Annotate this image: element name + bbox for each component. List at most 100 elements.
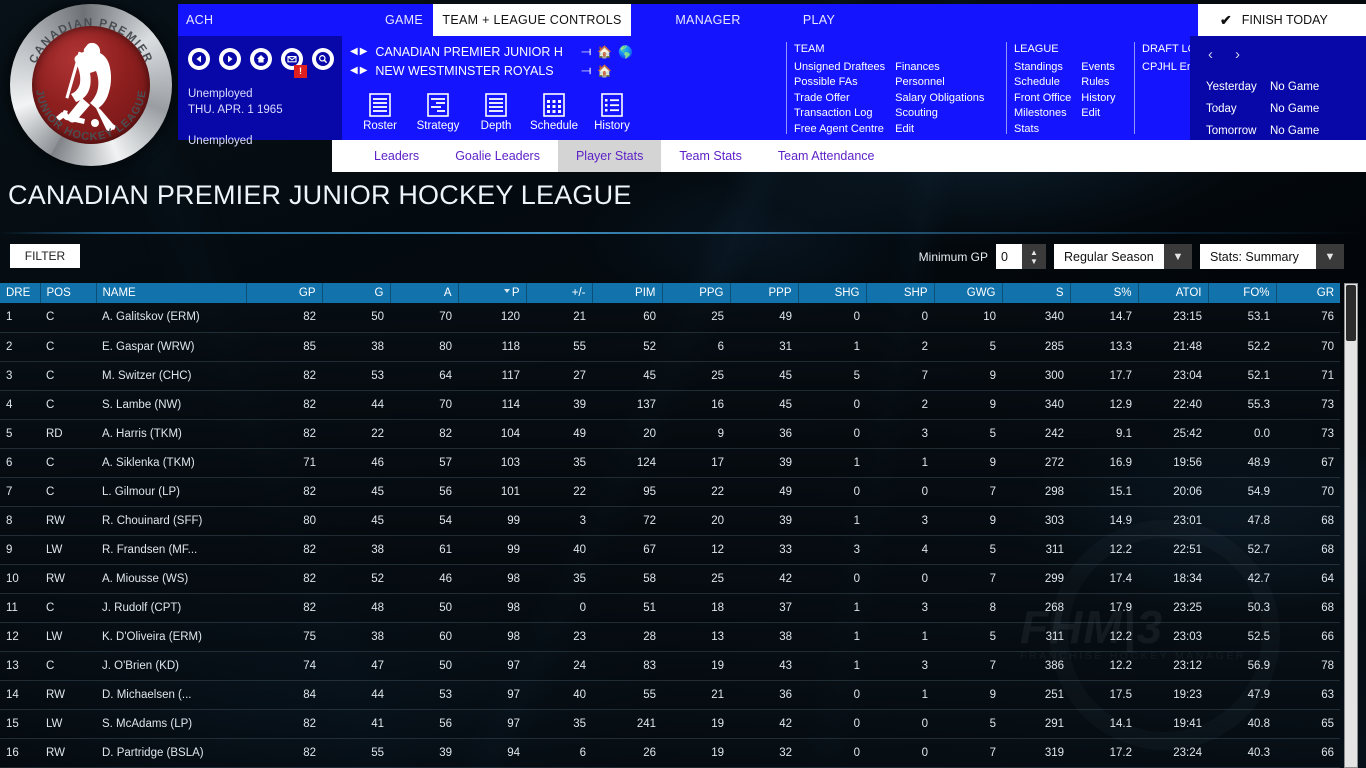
col-header-ppp[interactable]: PPP [730,283,799,303]
col-header-plusminus[interactable]: +/- [526,283,593,303]
col-header-shg[interactable]: SHG [798,283,867,303]
link-league-edit[interactable]: Edit [1081,106,1115,122]
tab-team-stats[interactable]: Team Stats [661,140,760,172]
league-prev-next-icon[interactable]: ◀▶ [350,46,369,57]
team-selector-row[interactable]: ◀▶ NEW WESTMINSTER ROYALS ⟞ 🏠 [350,63,612,78]
team-prev-next-icon[interactable]: ◀▶ [350,65,369,76]
col-header-s[interactable]: S [1002,283,1071,303]
table-row[interactable]: 13 C J. O'Brien (KD) 74 47 50 97 24 83 19 43 1 3 7 386… [0,651,1340,681]
link-personnel[interactable]: Personnel [895,75,984,91]
link-possible-fas[interactable]: Possible FAs [794,75,885,91]
scrollbar-thumb[interactable] [1346,285,1356,341]
menu-item-ach[interactable]: ACH [186,4,213,36]
link-finances[interactable]: Finances [895,60,984,76]
table-row[interactable]: 8 RW R. Chouinard (SFF) 80 45 54 99 3 72 20 39 1 3 9 3… [0,506,1340,536]
table-row[interactable]: 3 C M. Switzer (CHC) 82 53 64 117 27 45 25 45 5 7 9 30… [0,361,1340,391]
col-header-spct[interactable]: S% [1070,283,1139,303]
chevron-double-down-icon[interactable]: ⟞ [581,63,591,78]
menu-item-play[interactable]: PLAY [788,4,850,36]
league-selector-row[interactable]: ◀▶ CANADIAN PREMIER JUNIOR H ⟞ 🏠 🌎 [350,44,633,59]
link-team-edit[interactable]: Edit [895,122,984,138]
chevron-double-down-icon[interactable]: ⟞ [581,44,591,59]
globe-icon[interactable]: 🌎 [618,45,633,59]
col-header-atoi[interactable]: ATOI [1138,283,1209,303]
minimum-gp-stepper-buttons[interactable]: ▲ ▼ [1022,244,1046,269]
table-row[interactable]: 7 C L. Gilmour (LP) 82 45 56 101 22 95 22 49 0 0 7 298… [0,477,1340,507]
table-row[interactable]: 6 C A. Siklenka (TKM) 71 46 57 103 35 124 17 39 1 1 9… [0,448,1340,478]
col-header-g[interactable]: G [322,283,391,303]
table-row[interactable]: 10 RW A. Miousse (WS) 82 52 46 98 35 58 25 42 0 0 7 29… [0,564,1340,594]
link-league-schedule[interactable]: Schedule [1014,75,1071,91]
forward-icon[interactable] [219,48,241,70]
col-header-gwg[interactable]: GWG [934,283,1003,303]
table-row[interactable]: 1 C A. Galitskov (ERM) 82 50 70 120 21 60 25 49 0 0 1… [0,303,1340,333]
link-events[interactable]: Events [1081,60,1115,76]
table-row[interactable]: 11 C J. Rudolf (CPT) 82 48 50 98 0 51 18 37 1 3 8 268 1… [0,593,1340,623]
tab-team-attendance[interactable]: Team Attendance [760,140,893,172]
link-unsigned-draftees[interactable]: Unsigned Draftees [794,60,885,76]
chevron-down-icon[interactable]: ▼ [1316,244,1344,269]
col-header-name[interactable]: NAME [96,283,247,303]
col-header-pos[interactable]: POS [40,283,97,303]
tab-leaders[interactable]: Leaders [356,140,437,172]
link-trade-offer[interactable]: Trade Offer [794,91,885,107]
link-free-agent-centre[interactable]: Free Agent Centre [794,122,885,138]
link-standings[interactable]: Standings [1014,60,1071,76]
table-vertical-scrollbar[interactable] [1344,283,1358,768]
col-header-gr[interactable]: GR [1276,283,1340,303]
stepper-up-icon[interactable]: ▲ [1030,248,1038,257]
table-row[interactable]: 14 RW D. Michaelsen (... 84 44 53 97 40 55 21 36 0 1… [0,680,1340,710]
tab-player-stats[interactable]: Player Stats [557,140,662,172]
col-header-gp[interactable]: GP [246,283,323,303]
chevron-right-icon[interactable]: › [1235,46,1240,63]
search-icon[interactable] [312,48,334,70]
menu-item-team-league-controls[interactable]: TEAM + LEAGUE CONTROLS [433,4,631,36]
module-depth[interactable]: Depth [468,90,524,132]
minimum-gp-stepper[interactable]: 0 ▲ ▼ [996,244,1046,269]
module-history[interactable]: History [584,90,640,132]
back-icon[interactable] [188,48,210,70]
link-milestones[interactable]: Milestones [1014,106,1071,122]
chevron-left-icon[interactable]: ‹ [1208,46,1213,63]
link-front-office[interactable]: Front Office [1014,91,1071,107]
col-header-dre[interactable]: DRE [0,283,41,303]
module-roster[interactable]: Roster [352,90,408,132]
mail-icon[interactable]: ! [281,48,307,78]
table-row[interactable]: 9 LW R. Frandsen (MF... 82 38 61 99 40 67 12 33 3 4 5… [0,535,1340,565]
finish-today-button[interactable]: ✔ FINISH TODAY [1198,4,1366,36]
col-header-ppg[interactable]: PPG [662,283,731,303]
col-header-a[interactable]: A [390,283,459,303]
mail-badge: ! [294,65,307,78]
table-row[interactable]: 4 C S. Lambe (NW) 82 44 70 114 39 137 16 45 0 2 9 340 1… [0,390,1340,420]
home-icon[interactable]: 🏠 [597,64,612,78]
link-league-history[interactable]: History [1081,91,1115,107]
link-rules[interactable]: Rules [1081,75,1115,91]
cell-atoi: 23:25 [1138,593,1208,623]
chevron-down-icon[interactable]: ▼ [1164,244,1192,269]
menu-item-manager[interactable]: MANAGER [658,4,758,36]
col-header-pim[interactable]: PIM [592,283,663,303]
table-row[interactable]: 15 LW S. McAdams (LP) 82 41 56 97 35 241 19 42 0 0 5 2… [0,709,1340,739]
module-strategy[interactable]: Strategy [410,90,466,132]
home-icon[interactable]: 🏠 [597,45,612,59]
col-header-fopct[interactable]: FO% [1208,283,1277,303]
table-row[interactable]: 12 LW K. D'Oliveira (ERM) 75 38 60 98 23 28 13 38 1… [0,622,1340,652]
stepper-down-icon[interactable]: ▼ [1030,257,1038,266]
tab-goalie-leaders[interactable]: Goalie Leaders [437,140,558,172]
link-salary-obligations[interactable]: Salary Obligations [895,91,984,107]
table-row[interactable]: 2 C E. Gaspar (WRW) 85 38 80 118 55 52 6 31 1 2 5 285 1… [0,332,1340,362]
link-scouting[interactable]: Scouting [895,106,984,122]
filter-button[interactable]: FILTER [10,244,80,268]
col-header-shp[interactable]: SHP [866,283,935,303]
table-row[interactable]: 16 RW D. Partridge (BSLA) 82 55 39 94 6 26 19 32 0 0… [0,738,1340,768]
minimum-gp-input[interactable]: 0 [996,244,1022,269]
col-header-p[interactable]: P [458,283,527,303]
table-row[interactable]: 5 RD A. Harris (TKM) 82 22 82 104 49 20 9 36 0 3 5 242… [0,419,1340,449]
cell-gwg: 5 [934,332,1002,362]
stats-view-select[interactable]: Stats: Summary ▼ [1200,244,1344,269]
link-transaction-log[interactable]: Transaction Log [794,106,885,122]
home-icon[interactable] [250,48,272,70]
link-league-stats[interactable]: Stats [1014,122,1071,138]
season-select[interactable]: Regular Season ▼ [1054,244,1192,269]
module-schedule[interactable]: Schedule [526,90,582,132]
